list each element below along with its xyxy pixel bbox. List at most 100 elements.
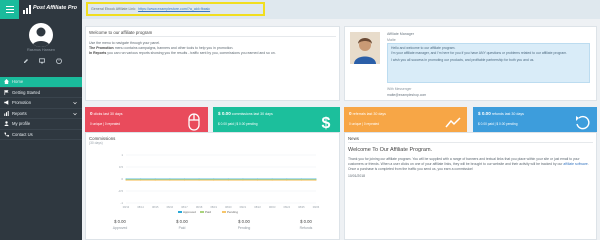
total-approved: $ 0.00 Approved — [112, 219, 128, 230]
data-point — [198, 179, 200, 181]
y-tick-label: 0.5 — [119, 165, 124, 169]
sidebar-item-promotion[interactable]: Promotion — [0, 98, 82, 109]
divider — [348, 142, 593, 143]
flag-icon — [4, 89, 9, 95]
sidebar-item-label: Promotion — [12, 100, 32, 106]
legend-label: Pending — [227, 210, 238, 214]
legend-swatch — [200, 211, 204, 213]
y-tick-label: -1 — [120, 201, 123, 205]
commissions-panel: Commissions (30 days) 1 0.5 0 -0.5 -1 08/13 08… — [85, 132, 340, 240]
x-tick-label: 08/13 — [123, 205, 130, 209]
monitor-icon[interactable] — [39, 58, 46, 65]
affiliate-link-label: General Ebook Affiliate Link: — [91, 7, 137, 11]
x-tick-label: 08/17 — [181, 205, 188, 209]
data-point — [300, 179, 302, 181]
panel-title: News — [348, 136, 359, 141]
x-tick-label: 08/25 — [298, 205, 305, 209]
data-point — [286, 179, 288, 181]
sidebar-item-getting-started[interactable]: Getting Started — [0, 88, 82, 98]
phone-icon — [4, 132, 9, 137]
news-body: Welcome To Our Affiliate Program. Thank … — [348, 147, 592, 178]
x-tick-label: 08/22 — [254, 205, 261, 209]
logout-icon[interactable] — [55, 58, 62, 65]
data-point — [257, 179, 259, 181]
x-tick-label: 08/26 — [313, 205, 320, 209]
manager-message: Hello and welcome to our affiliate progr… — [387, 43, 590, 83]
sidebar-item-label: Contact Us — [12, 131, 33, 137]
x-tick-label: 08/15 — [152, 205, 159, 209]
x-tick-label: 08/16 — [167, 205, 174, 209]
sidebar-item-contact-us[interactable]: Contact Us — [0, 130, 82, 140]
divider — [89, 36, 336, 37]
total-refunds: $ 0.00 Refunds — [299, 219, 313, 230]
sidebar-item-label: Getting Started — [12, 89, 41, 95]
refund-icon — [576, 115, 590, 130]
news-heading: Welcome To Our Affiliate Program. — [348, 147, 433, 153]
chevron-down-icon — [73, 112, 77, 115]
total-paid: $ 0.00 Paid — [176, 219, 188, 230]
sidebar-item-reports[interactable]: Reports — [0, 109, 82, 119]
manager-email[interactable]: malte@exampleshop.com — [387, 93, 426, 97]
trend-icon — [445, 117, 461, 128]
data-point — [227, 179, 229, 181]
total-pending: $ 0.00 Pending — [237, 219, 251, 230]
avatar[interactable] — [29, 23, 53, 47]
data-point — [140, 179, 142, 181]
panel-title: Welcome to our affiliate program — [89, 30, 153, 35]
user-icon — [4, 121, 9, 127]
sidebar-item-my-profile[interactable]: My profile — [0, 119, 82, 130]
affiliate-manager-panel: Affiliate Manager Malte Hello and welcom… — [344, 26, 597, 101]
x-tick-label: 08/24 — [284, 205, 291, 209]
bars-icon — [4, 110, 9, 116]
sidebar-item-label: Home — [12, 79, 24, 85]
legend-swatch — [222, 211, 226, 213]
affiliate-link[interactable]: https://www.examplestore.com/?a_aid=fbas… — [138, 7, 210, 11]
affiliate-software-link[interactable]: affiliate software — [563, 162, 587, 166]
welcome-panel: Welcome to our affiliate program Use the… — [85, 26, 340, 101]
user-name: Rasmus Hansen — [26, 48, 56, 52]
sidebar-item-home[interactable]: Home — [0, 77, 82, 88]
news-panel: News Welcome To Our Affiliate Program. T… — [344, 132, 597, 240]
brand-header: Post Affiliate Pro — [0, 0, 82, 19]
svg-text:$: $ — [322, 115, 331, 131]
manager-messenger: With Messenger — [387, 87, 412, 91]
welcome-line: In Reports you can run various reports s… — [89, 50, 276, 55]
x-tick-label: 08/19 — [210, 205, 217, 209]
data-point — [315, 179, 317, 181]
y-tick-label: 1 — [121, 153, 123, 157]
x-tick-label: 08/21 — [240, 205, 247, 209]
chevron-down-icon — [73, 101, 77, 105]
logo-icon — [23, 5, 31, 14]
affiliate-link-box: General Ebook Affiliate Link: https://ww… — [86, 2, 265, 16]
sidebar: Post Affiliate Pro Rasmus Hansen Home Ge… — [0, 0, 82, 240]
sidebar-item-label: Reports — [12, 110, 27, 116]
news-paragraph: Thank you for joining our affiliate prog… — [348, 157, 589, 171]
legend-swatch — [178, 211, 182, 213]
data-point — [183, 179, 185, 181]
y-tick-label: 0 — [121, 177, 123, 181]
data-point — [169, 179, 171, 181]
menu-toggle-icon[interactable] — [0, 0, 19, 19]
edit-icon[interactable] — [22, 58, 29, 65]
profile-actions — [22, 57, 62, 65]
welcome-text: Use the menu to navigate through your pa… — [89, 41, 335, 55]
manager-name: Malte — [387, 38, 396, 42]
data-point — [125, 179, 127, 181]
y-tick-label: -0.5 — [118, 189, 124, 193]
data-point — [154, 179, 156, 181]
manager-label: Affiliate Manager — [387, 32, 414, 36]
brand-name: Post Affiliate Pro — [33, 5, 78, 11]
data-point — [213, 179, 215, 181]
data-point — [242, 179, 244, 181]
manager-photo — [350, 32, 380, 64]
x-tick-label: 08/23 — [269, 205, 276, 209]
legend-label: Paid — [205, 210, 211, 214]
user-avatar-icon — [32, 27, 50, 47]
x-tick-label: 08/20 — [225, 205, 232, 209]
x-tick-label: 08/18 — [196, 205, 203, 209]
megaphone-icon — [4, 100, 9, 105]
home-icon — [4, 79, 9, 85]
dollar-icon: $ — [322, 115, 331, 131]
top-bar: General Ebook Affiliate Link: https://ww… — [82, 0, 600, 19]
legend-label: Approved — [183, 210, 196, 214]
